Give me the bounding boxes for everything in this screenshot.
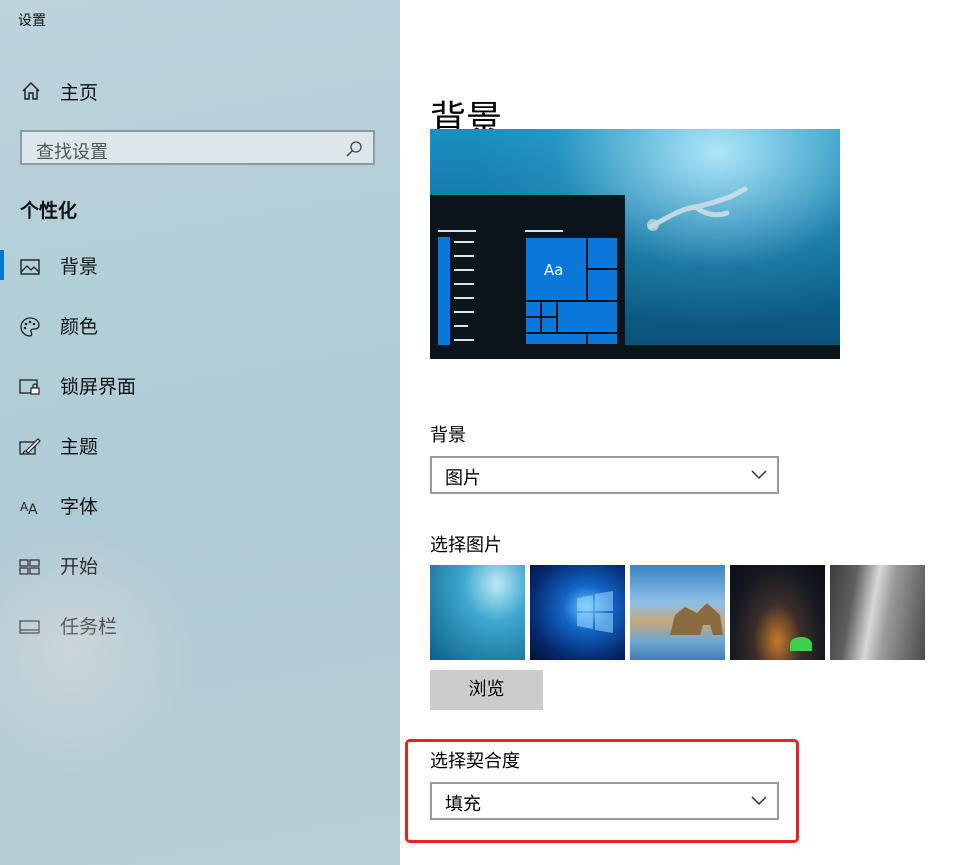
sidebar-item-label: 开始: [60, 556, 99, 578]
choose-picture-label: 选择图片: [430, 535, 502, 556]
sidebar-item-label: 主题: [60, 436, 99, 458]
diver-image: [647, 186, 748, 231]
font-icon: A A: [20, 500, 38, 518]
windows-logo-icon: [577, 591, 613, 633]
rock-arch-image: [670, 603, 723, 635]
preview-taskbar: [430, 345, 840, 359]
search-placeholder: 查找设置: [36, 142, 108, 163]
background-dropdown-value: 图片: [445, 468, 481, 489]
section-title: 个性化: [20, 200, 78, 222]
fit-label: 选择契合度: [430, 751, 520, 772]
thumbnail-night-sky[interactable]: [730, 565, 825, 660]
browse-button[interactable]: 浏览: [430, 670, 543, 710]
home-label: 主页: [60, 81, 99, 104]
search-input[interactable]: 查找设置: [20, 130, 375, 165]
brush-icon: [19, 438, 41, 455]
sidebar-item-label: 背景: [60, 256, 99, 278]
taskbar-icon: [19, 620, 40, 634]
start-icon: [19, 559, 40, 575]
app-title: 设置: [18, 13, 46, 29]
main-content: 背景 Aa 背景 图片 选择图片 浏览 选择契合度 填充: [400, 0, 956, 865]
fit-dropdown[interactable]: 填充: [430, 782, 779, 820]
search-icon: [346, 141, 362, 157]
sidebar-item-fonts[interactable]: A A 字体: [0, 486, 400, 546]
sidebar-item-label: 颜色: [60, 316, 99, 338]
sidebar-item-background[interactable]: 背景: [0, 246, 400, 306]
sidebar: 设置 主页 查找设置 个性化 背景 颜色 锁屏界面 主题 A A 字体 开始 任…: [0, 0, 400, 865]
sidebar-item-label: 锁屏界面: [60, 376, 137, 398]
fit-dropdown-value: 填充: [445, 794, 481, 815]
thumbnail-windows[interactable]: [530, 565, 625, 660]
svg-text:A: A: [28, 502, 38, 518]
picture-icon: [20, 259, 40, 275]
home-link[interactable]: 主页: [20, 78, 98, 104]
sidebar-item-label: 字体: [60, 496, 99, 518]
nav-list: 背景 颜色 锁屏界面 主题 A A 字体 开始 任务栏: [0, 246, 400, 666]
sidebar-item-label: 任务栏: [60, 616, 118, 638]
sidebar-item-start[interactable]: 开始: [0, 546, 400, 606]
sidebar-item-taskbar[interactable]: 任务栏: [0, 606, 400, 666]
sidebar-item-colors[interactable]: 颜色: [0, 306, 400, 366]
palette-icon: [20, 317, 40, 337]
sidebar-item-themes[interactable]: 主题: [0, 426, 400, 486]
thumbnail-beach[interactable]: [630, 565, 725, 660]
tent-image: [790, 637, 812, 651]
home-icon: [22, 81, 40, 100]
background-preview: Aa: [430, 129, 840, 359]
preview-start-menu: Aa: [430, 195, 625, 359]
background-label: 背景: [430, 425, 466, 446]
lock-screen-icon: [19, 379, 40, 395]
background-dropdown[interactable]: 图片: [430, 456, 779, 494]
preview-tile-text: Aa: [544, 261, 564, 279]
chevron-down-icon: [751, 470, 767, 480]
thumbnail-cliff[interactable]: [830, 565, 925, 660]
chevron-down-icon: [751, 796, 767, 806]
thumbnail-underwater[interactable]: [430, 565, 525, 660]
sidebar-item-lock-screen[interactable]: 锁屏界面: [0, 366, 400, 426]
